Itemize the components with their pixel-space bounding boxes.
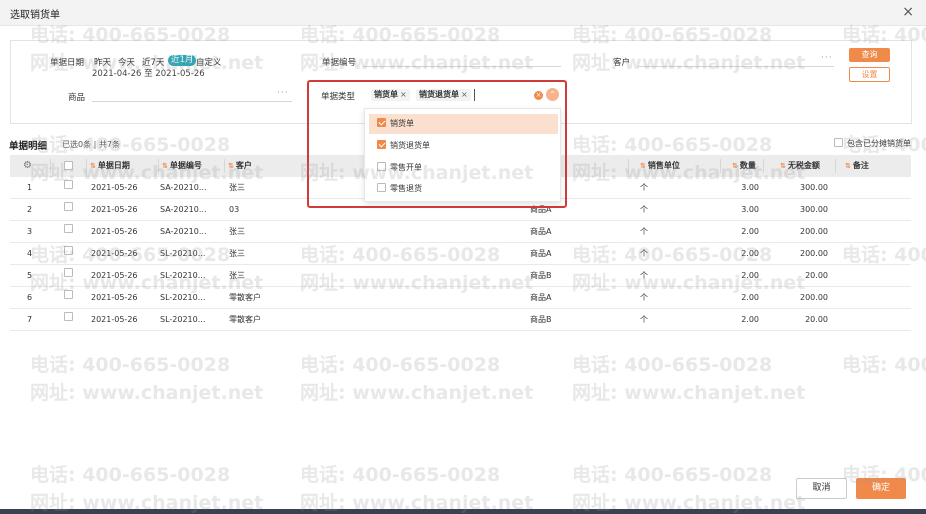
product-label: 商品 xyxy=(68,93,86,103)
watermark-site: 网址: www.chanjet.net xyxy=(300,382,534,404)
ok-button[interactable]: 确定 xyxy=(856,478,906,499)
product-input[interactable] xyxy=(92,88,292,102)
dropdown-option-retail-return[interactable]: 零售退货 xyxy=(369,179,558,199)
doc-type-dropdown: 销货单 销货退货单 零售开单 零售退货 xyxy=(364,108,561,202)
doc-type-tag: 销货退货单 × xyxy=(416,89,471,101)
select-all-checkbox[interactable] xyxy=(64,161,73,170)
doc-no-label: 单据编号 xyxy=(322,58,357,68)
sort-icon: ⇅ xyxy=(162,162,168,170)
checkbox-checked[interactable] xyxy=(377,140,386,149)
col-qty[interactable]: ⇅ 数量 xyxy=(732,155,756,177)
watermark-phone: 电话: 400-665-0028 xyxy=(572,134,773,156)
watermark-site: 网址: www.chanjet.net xyxy=(30,382,264,404)
customer-label: 客户 xyxy=(613,58,631,68)
checkbox[interactable] xyxy=(377,183,386,192)
sort-icon: ⇅ xyxy=(780,162,786,170)
row-checkbox[interactable] xyxy=(64,246,73,255)
details-count: 已选0条 | 共7条 xyxy=(62,140,120,149)
col-unit[interactable]: ⇅ 销售单位 xyxy=(640,155,680,177)
row-checkbox[interactable] xyxy=(64,180,73,189)
watermark-phone: 电话: 400-665-0028 xyxy=(842,354,926,376)
cancel-button[interactable]: 取消 xyxy=(796,478,847,499)
watermark-phone: 电话: 400-665-0028 xyxy=(30,464,231,486)
row-checkbox[interactable] xyxy=(64,290,73,299)
row-checkbox[interactable] xyxy=(64,312,73,321)
sort-icon: ⇅ xyxy=(228,162,234,170)
dialog-titlebar: 选取销货单 × xyxy=(0,0,926,26)
settings-button[interactable]: 设置 xyxy=(849,67,890,82)
tag-remove-icon[interactable]: × xyxy=(400,90,407,99)
text-caret xyxy=(474,89,475,101)
date-label: 单据日期 xyxy=(50,58,85,68)
watermark-phone: 电话: 400-665-0028 xyxy=(30,134,231,156)
col-date[interactable]: ⇅ 单据日期 xyxy=(90,155,130,177)
row-checkbox[interactable] xyxy=(64,268,73,277)
watermark-phone: 电话: 400-665-0028 xyxy=(300,354,501,376)
col-customer[interactable]: ⇅ 客户 xyxy=(228,155,252,177)
gear-icon[interactable]: ⚙ xyxy=(23,155,32,177)
chevron-up-icon[interactable]: ⌃ xyxy=(546,88,559,101)
sort-icon: ⇅ xyxy=(640,162,646,170)
query-button[interactable]: 查询 xyxy=(849,48,890,62)
watermark-phone: 电话: 400-665-0028 xyxy=(572,354,773,376)
watermark-phone: 电话: 400-665-0028 xyxy=(572,464,773,486)
date-range: 2021-04-26 至 2021-05-26 xyxy=(92,69,205,79)
date-option-1month[interactable]: 近1月 xyxy=(168,55,197,66)
checkbox[interactable] xyxy=(834,138,843,147)
row-checkbox[interactable] xyxy=(64,202,73,211)
checkbox-checked[interactable] xyxy=(377,118,386,127)
col-doc-no[interactable]: ⇅ 单据编号 xyxy=(162,155,202,177)
close-icon[interactable]: × xyxy=(902,4,914,20)
watermark-phone: 电话: 400-665-0028 xyxy=(300,464,501,486)
table-row[interactable]: 2 2021-05-26 SA-20210... 03 商品A 个 3.00 3… xyxy=(10,199,911,221)
table-row[interactable]: 4 2021-05-26 SL-20210... 张三 商品A 个 2.00 2… xyxy=(10,243,911,265)
dropdown-option-retail[interactable]: 零售开单 xyxy=(369,158,558,178)
col-remark[interactable]: ⇅ 备注 xyxy=(845,155,869,177)
dialog-title: 选取销货单 xyxy=(10,10,60,21)
doc-no-input[interactable] xyxy=(363,53,561,67)
table-row[interactable]: 5 2021-05-26 SL-20210... 张三 商品B 个 2.00 2… xyxy=(10,265,911,287)
sort-icon: ⇅ xyxy=(732,162,738,170)
dropdown-option-sales-return[interactable]: 销货退货单 xyxy=(369,136,558,156)
table-row[interactable]: 6 2021-05-26 SL-20210... 零散客户 商品A 个 2.00… xyxy=(10,287,911,309)
table-row[interactable]: 7 2021-05-26 SL-20210... 零散客户 商品B 个 2.00… xyxy=(10,309,911,331)
sort-icon: ⇅ xyxy=(90,162,96,170)
customer-input[interactable] xyxy=(638,53,834,67)
col-amount[interactable]: ⇅ 无税金额 xyxy=(780,155,820,177)
include-allocated-checkbox[interactable]: 包含已分摊销货单 xyxy=(834,138,911,149)
watermark-phone: 电话: 400-665-0028 xyxy=(30,354,231,376)
doc-type-tag: 销货单 × xyxy=(371,89,410,101)
product-more-icon[interactable]: ··· xyxy=(277,88,289,98)
sort-icon: ⇅ xyxy=(845,162,851,170)
bottom-bar xyxy=(0,509,926,514)
clear-icon[interactable]: × xyxy=(534,91,543,100)
row-checkbox[interactable] xyxy=(64,224,73,233)
customer-more-icon[interactable]: ··· xyxy=(821,53,833,63)
tag-remove-icon[interactable]: × xyxy=(461,90,468,99)
doc-type-label: 单据类型 xyxy=(321,92,356,102)
checkbox[interactable] xyxy=(377,162,386,171)
table-row[interactable]: 3 2021-05-26 SA-20210... 张三 商品A 个 2.00 2… xyxy=(10,221,911,243)
dropdown-option-sales[interactable]: 销货单 xyxy=(369,114,558,134)
details-title: 单据明细 xyxy=(9,141,48,152)
watermark-site: 网址: www.chanjet.net xyxy=(572,382,806,404)
